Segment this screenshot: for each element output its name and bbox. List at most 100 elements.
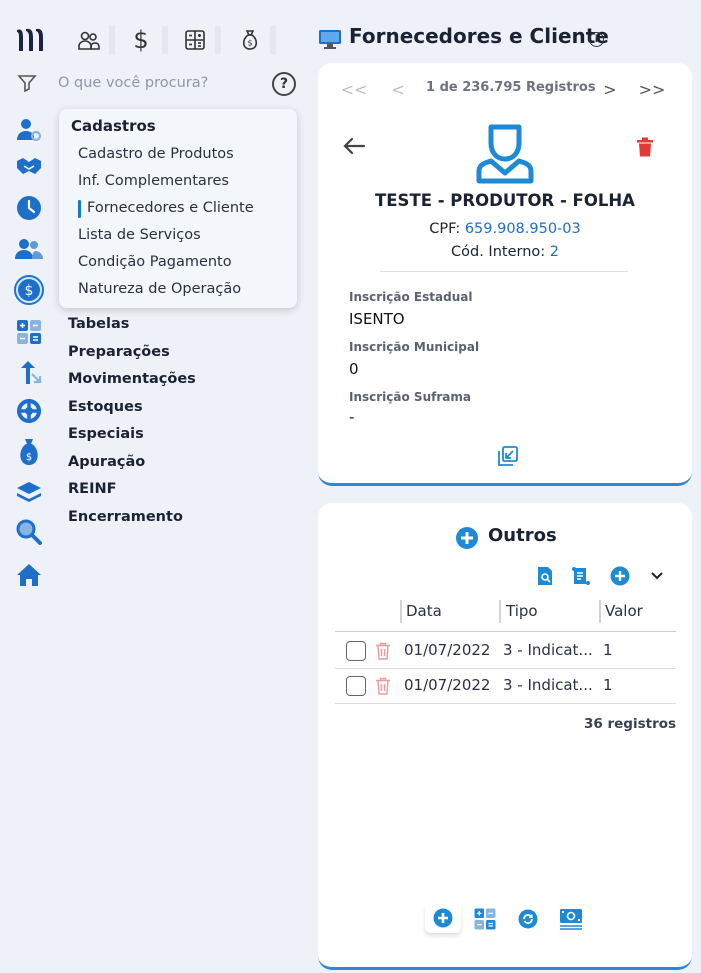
user-settings-icon[interactable] xyxy=(14,114,44,144)
field-value-inscricao-suframa: - xyxy=(349,408,355,426)
cpf-value[interactable]: 659.908.950-03 xyxy=(465,221,581,237)
next-page-button[interactable]: > xyxy=(598,79,622,99)
menu-reinf[interactable]: REINF xyxy=(68,481,117,497)
column-header-valor[interactable]: Valor xyxy=(605,602,643,620)
calculator-button-icon[interactable] xyxy=(472,906,498,932)
toolbar-divider xyxy=(162,26,168,54)
menu-preparacoes[interactable]: Preparações xyxy=(68,344,170,360)
person-avatar-icon xyxy=(476,124,534,184)
trash-icon[interactable] xyxy=(375,642,391,660)
menu-estoques[interactable]: Estoques xyxy=(68,399,143,415)
column-header-data[interactable]: Data xyxy=(406,602,442,620)
cell-valor: 1 xyxy=(603,641,613,659)
row-divider xyxy=(335,668,676,669)
column-header-tipo[interactable]: Tipo xyxy=(506,602,538,620)
field-label-inscricao-municipal: Inscrição Municipal xyxy=(349,340,480,354)
cod-interno-label: Cód. Interno: xyxy=(451,244,546,260)
calculator-icon[interactable] xyxy=(181,26,209,54)
delete-icon[interactable] xyxy=(636,137,654,157)
scroll-document-icon[interactable] xyxy=(570,565,592,587)
search-document-icon[interactable] xyxy=(534,565,556,587)
layers-icon[interactable] xyxy=(14,477,44,507)
flyout-item-fornecedores-cliente[interactable]: Fornecedores e Cliente xyxy=(87,200,254,216)
field-label-inscricao-estadual: Inscrição Estadual xyxy=(349,290,473,304)
menu-tabelas[interactable]: Tabelas xyxy=(68,316,129,332)
search-rail-icon[interactable] xyxy=(14,517,44,547)
last-page-button[interactable]: >> xyxy=(639,79,666,99)
row-checkbox[interactable] xyxy=(346,641,366,661)
menu-encerramento[interactable]: Encerramento xyxy=(68,509,183,525)
row-checkbox[interactable] xyxy=(346,676,366,696)
people-icon[interactable] xyxy=(14,234,44,264)
flyout-item-cadastro-produtos[interactable]: Cadastro de Produtos xyxy=(78,146,234,162)
svg-text:$: $ xyxy=(26,452,32,463)
outros-card: Outros Data Tipo Valor 01/07/2022 3 - In… xyxy=(318,503,692,970)
cadastros-flyout: Cadastros Cadastro de Produtos Inf. Comp… xyxy=(59,109,297,308)
menu-apuracao[interactable]: Apuração xyxy=(68,454,145,470)
flyout-item-natureza-operacao[interactable]: Natureza de Operação xyxy=(78,281,241,297)
financial-dollar-icon[interactable]: $ xyxy=(14,275,44,305)
cell-tipo: 3 - Indicat... xyxy=(503,676,593,694)
money-bag-rail-icon[interactable]: $ xyxy=(14,437,44,467)
toolbar-divider xyxy=(109,26,115,54)
cod-interno-line: Cód. Interno: 2 xyxy=(318,244,692,260)
menu-movimentacoes[interactable]: Movimentações xyxy=(68,371,196,387)
money-bag-icon[interactable]: $ xyxy=(236,26,264,54)
cpf-line: CPF: 659.908.950-03 xyxy=(318,221,692,237)
column-separator xyxy=(400,600,402,623)
divider xyxy=(380,271,628,272)
add-button[interactable] xyxy=(425,903,461,933)
money-icon[interactable] xyxy=(558,906,584,932)
toolbar-divider xyxy=(270,26,276,54)
home-icon[interactable] xyxy=(14,560,44,590)
svg-text:$: $ xyxy=(247,39,252,48)
record-count: 36 registros xyxy=(584,716,677,732)
export-icon[interactable] xyxy=(498,446,518,466)
add-circle-icon[interactable] xyxy=(456,527,478,549)
menu-especiais[interactable]: Especiais xyxy=(68,426,144,442)
trash-icon[interactable] xyxy=(375,677,391,695)
flyout-item-inf-complementares[interactable]: Inf. Complementares xyxy=(78,173,229,189)
svg-text:$: $ xyxy=(25,283,34,299)
outros-title: Outros xyxy=(488,525,557,546)
transfer-arrows-icon[interactable] xyxy=(14,358,44,388)
handshake-icon[interactable] xyxy=(14,151,44,181)
info-icon[interactable]: i xyxy=(589,32,604,47)
gear-icon[interactable] xyxy=(14,396,44,426)
flyout-item-condicao-pagamento[interactable]: Condição Pagamento xyxy=(78,254,232,270)
cell-valor: 1 xyxy=(603,676,613,694)
flyout-title: Cadastros xyxy=(71,117,156,135)
cell-data: 01/07/2022 xyxy=(404,676,491,694)
search-input[interactable] xyxy=(58,70,263,96)
cell-tipo: 3 - Indicat... xyxy=(503,641,593,659)
pager-text: 1 de 236.795 Registros xyxy=(426,80,596,95)
column-separator xyxy=(499,600,501,623)
back-arrow-icon[interactable] xyxy=(342,135,366,157)
selected-indicator xyxy=(78,200,81,218)
dollar-icon[interactable]: $ xyxy=(127,26,155,54)
monitor-icon xyxy=(319,30,341,49)
cpf-label: CPF: xyxy=(429,221,461,237)
clock-icon[interactable] xyxy=(14,193,44,223)
record-card: << < 1 de 236.795 Registros > >> TESTE -… xyxy=(318,63,692,486)
filter-icon[interactable] xyxy=(16,72,38,94)
field-value-inscricao-estadual: ISENTO xyxy=(349,310,405,328)
refresh-icon[interactable] xyxy=(515,906,541,932)
toolbar-divider xyxy=(215,26,221,54)
previous-page-button[interactable]: < xyxy=(386,79,410,99)
add-row-icon[interactable] xyxy=(609,565,631,587)
column-separator xyxy=(599,600,601,623)
calculator-rail-icon[interactable] xyxy=(14,317,44,347)
users-icon[interactable] xyxy=(75,26,103,54)
cod-interno-value[interactable]: 2 xyxy=(550,244,559,260)
chevron-down-icon[interactable] xyxy=(646,565,668,587)
first-page-button[interactable]: << xyxy=(341,79,368,99)
cell-data: 01/07/2022 xyxy=(404,641,491,659)
row-divider xyxy=(335,703,676,704)
flyout-item-lista-servicos[interactable]: Lista de Serviços xyxy=(78,227,201,243)
header-underline xyxy=(335,631,676,632)
help-icon[interactable]: ? xyxy=(272,72,296,96)
record-name: TESTE - PRODUTOR - FOLHA xyxy=(375,191,635,210)
page-title: Fornecedores e Cliente xyxy=(349,24,609,48)
app-logo[interactable] xyxy=(14,26,46,54)
